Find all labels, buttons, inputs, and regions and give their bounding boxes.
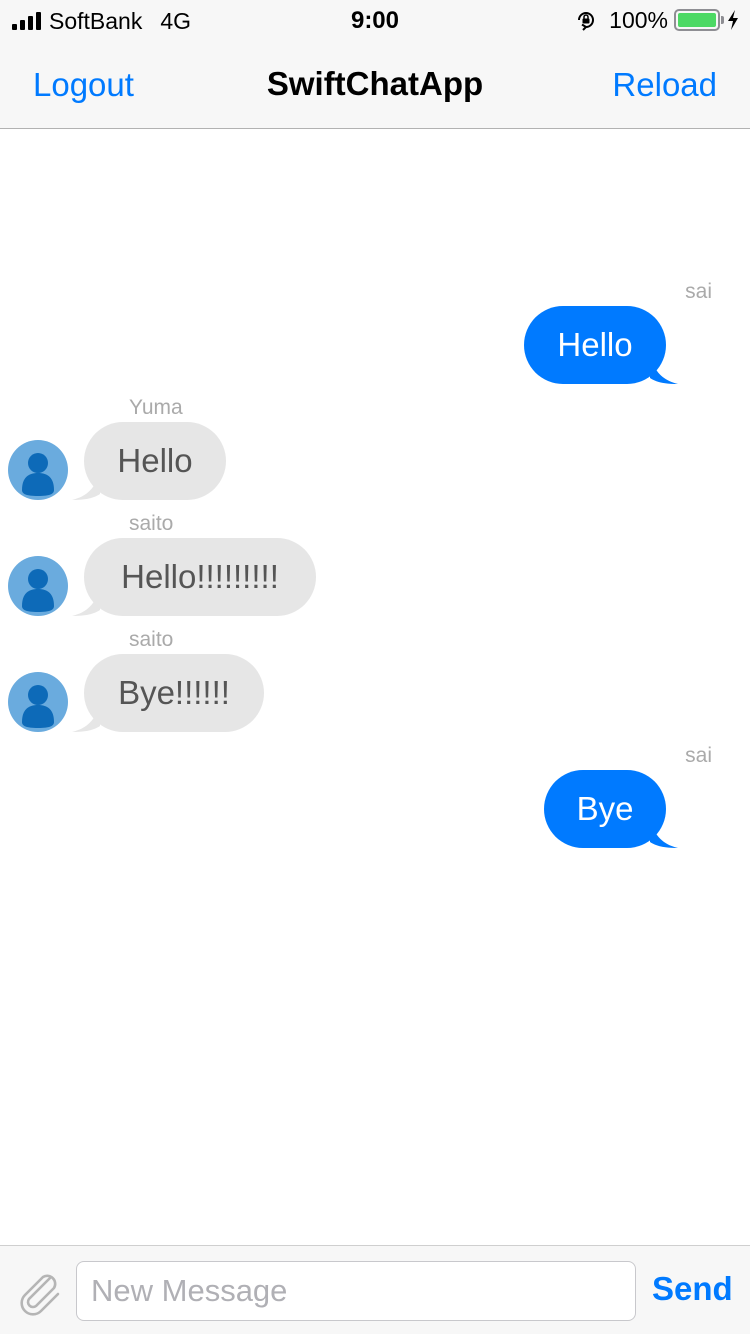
avatar[interactable] — [8, 556, 68, 616]
send-button[interactable]: Send — [652, 1270, 733, 1308]
message-sender: sai — [685, 280, 712, 303]
message-input-bar: Send — [0, 1245, 750, 1334]
message-bubble[interactable]: Hello — [524, 306, 666, 384]
message-bubble[interactable]: Bye — [544, 770, 666, 848]
paperclip-icon[interactable] — [14, 1266, 64, 1316]
orientation-lock-icon — [578, 12, 595, 31]
message-bubble[interactable]: Hello!!!!!!!!! — [84, 538, 316, 616]
message-sender: saito — [129, 512, 174, 535]
message-sender: sai — [685, 744, 712, 767]
message-bubble[interactable]: Hello — [84, 422, 226, 500]
message-list[interactable]: sai Hello Yuma Hello saito Hello!!!!!!!!… — [0, 130, 750, 1245]
status-right: 100% — [575, 7, 740, 33]
reload-button[interactable]: Reload — [612, 66, 717, 104]
navigation-bar: Logout SwiftChatApp Reload — [0, 40, 750, 129]
user-avatar-icon — [22, 685, 54, 728]
status-bar: SoftBank 4G 9:00 100% — [0, 0, 750, 40]
message-sender: Yuma — [129, 396, 183, 419]
battery-icon — [674, 9, 724, 31]
avatar[interactable] — [8, 672, 68, 732]
user-avatar-icon — [22, 453, 54, 496]
message-sender: saito — [129, 628, 174, 651]
new-message-input[interactable] — [76, 1261, 636, 1321]
message-bubble[interactable]: Bye!!!!!! — [84, 654, 264, 732]
user-avatar-icon — [22, 569, 54, 612]
logout-button[interactable]: Logout — [33, 66, 134, 104]
charging-bolt-icon — [728, 10, 738, 30]
avatar[interactable] — [8, 440, 68, 500]
battery-percent: 100% — [609, 6, 668, 33]
